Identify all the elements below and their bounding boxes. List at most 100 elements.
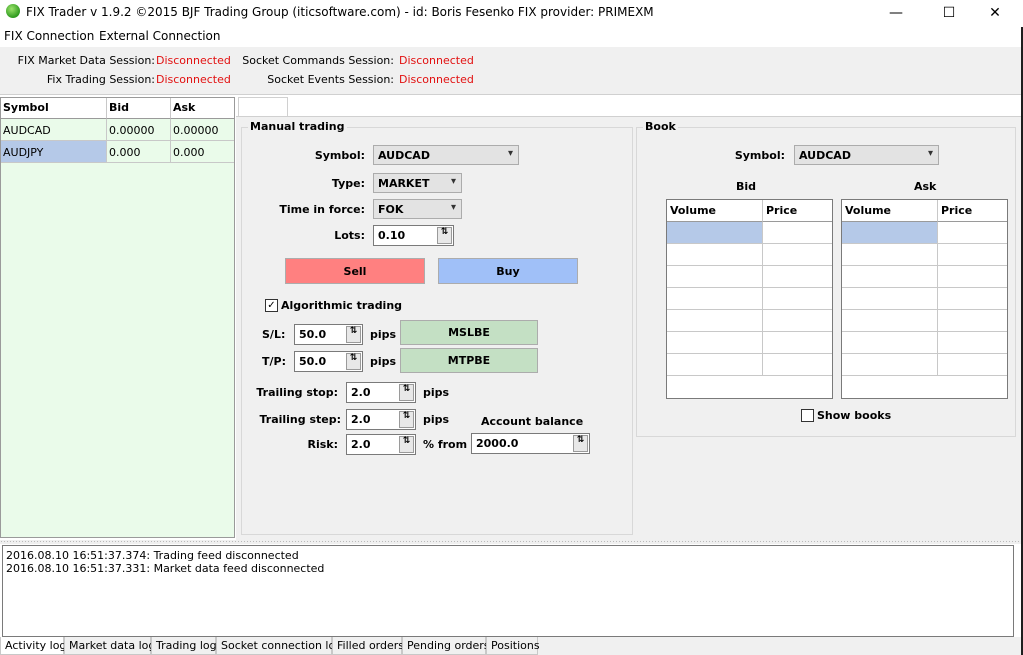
take-profit-stepper[interactable]: 50.0 ⇅	[294, 351, 363, 372]
buy-button[interactable]: Buy	[438, 258, 578, 284]
bid-book-row-volume-cell[interactable]	[667, 288, 763, 310]
ask-book-row-volume-cell[interactable]	[842, 266, 938, 288]
tab-positions[interactable]: Positions	[486, 637, 540, 655]
manual-trading-title: Manual trading	[248, 120, 347, 133]
ask-book-row-price-cell[interactable]	[938, 222, 1007, 244]
spin-arrows-icon[interactable]: ⇅	[399, 411, 414, 428]
market-data-session-status: Disconnected	[156, 54, 231, 67]
column-header-bid[interactable]: Bid	[107, 98, 171, 119]
bid-book-row-volume-cell[interactable]	[667, 354, 763, 376]
bid-book-table: Volume Price	[666, 199, 833, 399]
show-books-label: Show books	[817, 409, 892, 422]
table-row-bid[interactable]: 0.000	[107, 141, 171, 163]
ask-book-row-volume-cell[interactable]	[842, 310, 938, 332]
trailing-stop-value: 2.0	[351, 386, 371, 399]
spin-arrows-icon[interactable]: ⇅	[346, 326, 361, 343]
column-header-ask[interactable]: Ask	[171, 98, 234, 119]
table-row-ask[interactable]: 0.00000	[171, 119, 234, 141]
tab-activity-log[interactable]: Activity log	[0, 637, 66, 655]
log-entry: 2016.08.10 16:51:37.374: Trading feed di…	[6, 549, 299, 562]
bid-column-header-volume[interactable]: Volume	[667, 200, 763, 222]
risk-stepper[interactable]: 2.0 ⇅	[346, 434, 416, 455]
spin-arrows-icon[interactable]: ⇅	[399, 384, 414, 401]
spin-arrows-icon[interactable]: ⇅	[573, 435, 588, 452]
column-header-symbol[interactable]: Symbol	[1, 98, 107, 119]
menu-fix-connection[interactable]: FIX Connection	[4, 29, 94, 43]
stop-loss-stepper[interactable]: 50.0 ⇅	[294, 324, 363, 345]
take-profit-label: T/P:	[262, 355, 286, 368]
account-balance-stepper[interactable]: 2000.0 ⇅	[471, 433, 590, 454]
ask-book-row-price-cell[interactable]	[938, 266, 1007, 288]
ask-book-row-volume-cell[interactable]	[842, 288, 938, 310]
ask-book-row-price-cell[interactable]	[938, 288, 1007, 310]
trailing-step-stepper[interactable]: 2.0 ⇅	[346, 409, 416, 430]
time-in-force-select[interactable]: FOK ▾	[373, 199, 462, 219]
bid-book-row-volume-cell[interactable]	[667, 332, 763, 354]
session-status-panel: FIX Market Data Session: Disconnected Fi…	[0, 47, 1021, 95]
lots-stepper[interactable]: 0.10 ⇅	[373, 225, 454, 246]
spin-arrows-icon[interactable]: ⇅	[346, 353, 361, 370]
bid-book-row-price-cell[interactable]	[763, 288, 832, 310]
mtpbe-button[interactable]: MTPBE	[400, 348, 538, 373]
sell-button[interactable]: Sell	[285, 258, 425, 284]
ask-book-row-volume-cell[interactable]	[842, 354, 938, 376]
bid-column-header-price[interactable]: Price	[763, 200, 832, 222]
menu-bar: FIX Connection External Connection	[0, 27, 1023, 47]
ask-book-row-price-cell[interactable]	[938, 332, 1007, 354]
bid-book-row-price-cell[interactable]	[763, 244, 832, 266]
mtpbe-button-label: MTPBE	[447, 354, 491, 367]
book-symbol-value: AUDCAD	[799, 149, 851, 162]
spin-arrows-icon[interactable]: ⇅	[399, 436, 414, 453]
trailing-stop-stepper[interactable]: 2.0 ⇅	[346, 382, 416, 403]
bid-book-row-price-cell[interactable]	[763, 266, 832, 288]
order-type-select[interactable]: MARKET ▾	[373, 173, 462, 193]
tab-pending-orders[interactable]: Pending orders	[402, 637, 490, 655]
table-row-symbol[interactable]: AUDJPY	[1, 141, 107, 163]
ask-book-row-volume-cell[interactable]	[842, 244, 938, 266]
table-row-symbol[interactable]: AUDCAD	[1, 119, 107, 141]
buy-button-label: Buy	[496, 264, 520, 278]
socket-commands-session-label: Socket Commands Session:	[242, 54, 394, 67]
maximize-button[interactable]: ☐	[926, 0, 972, 26]
manual-symbol-label: Symbol:	[314, 149, 365, 162]
stop-loss-label: S/L:	[262, 328, 286, 341]
book-symbol-select[interactable]: AUDCAD ▾	[794, 145, 939, 165]
algorithmic-trading-checkbox[interactable]: ✓	[265, 299, 278, 312]
ask-book-row-price-cell[interactable]	[938, 354, 1007, 376]
bid-book-row-price-cell[interactable]	[763, 310, 832, 332]
tab-market-data-log[interactable]: Market data log	[64, 637, 155, 655]
bid-book-row-volume-cell[interactable]	[667, 310, 763, 332]
ask-book-row-price-cell[interactable]	[938, 310, 1007, 332]
bid-book-row-volume-cell[interactable]	[667, 222, 763, 244]
ask-book-row-price-cell[interactable]	[938, 244, 1007, 266]
bid-book-row-price-cell[interactable]	[763, 332, 832, 354]
ask-book-row-volume-cell[interactable]	[842, 332, 938, 354]
algorithmic-trading-label: Algorithmic trading	[281, 299, 403, 312]
tab-socket-connection-log[interactable]: Socket connection log	[216, 637, 342, 655]
close-button[interactable]: ✕	[972, 0, 1018, 26]
minimize-button[interactable]: —	[873, 0, 919, 26]
panel-splitter[interactable]	[0, 540, 1021, 544]
manual-symbol-select[interactable]: AUDCAD ▾	[373, 145, 519, 165]
activity-log-box[interactable]: 2016.08.10 16:51:37.374: Trading feed di…	[2, 545, 1014, 637]
ask-book-row-volume-cell[interactable]	[842, 222, 938, 244]
main-tab[interactable]	[238, 97, 288, 117]
bid-book-row-volume-cell[interactable]	[667, 266, 763, 288]
spin-arrows-icon[interactable]: ⇅	[437, 227, 452, 244]
order-book-title: Book	[643, 120, 678, 133]
bid-book-row-volume-cell[interactable]	[667, 244, 763, 266]
time-in-force-value: FOK	[378, 203, 404, 216]
ask-column-header-price[interactable]: Price	[938, 200, 1007, 222]
title-bar: FIX Trader v 1.9.2 ©2015 BJF Trading Gro…	[0, 0, 1023, 26]
menu-external-connection[interactable]: External Connection	[99, 29, 221, 43]
table-row-bid[interactable]: 0.00000	[107, 119, 171, 141]
tab-filled-orders[interactable]: Filled orders	[332, 637, 404, 655]
ask-column-header-volume[interactable]: Volume	[842, 200, 938, 222]
bid-book-row-price-cell[interactable]	[763, 222, 832, 244]
tab-trading-log[interactable]: Trading log	[151, 637, 217, 655]
mslbe-button[interactable]: MSLBE	[400, 320, 538, 345]
take-profit-value: 50.0	[299, 355, 327, 368]
bid-book-row-price-cell[interactable]	[763, 354, 832, 376]
table-row-ask[interactable]: 0.000	[171, 141, 234, 163]
show-books-checkbox[interactable]	[801, 409, 814, 422]
